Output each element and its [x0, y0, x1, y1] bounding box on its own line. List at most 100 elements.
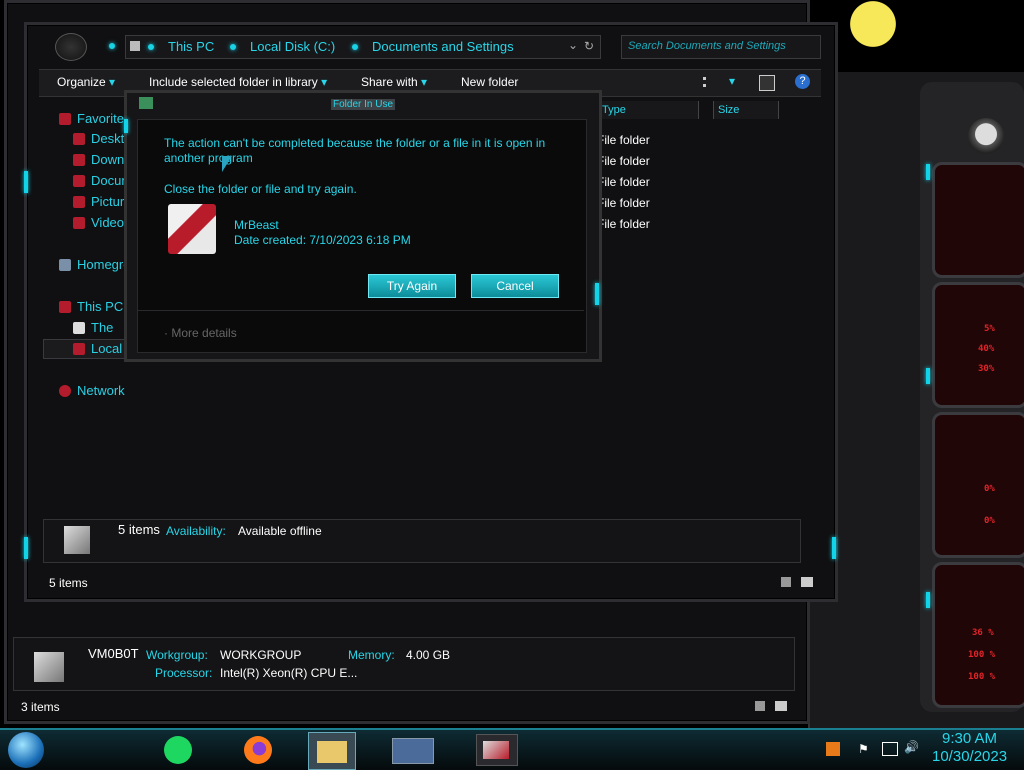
availability-label: Availability:: [166, 524, 226, 538]
file-row-type[interactable]: File folder: [597, 217, 650, 231]
start-button[interactable]: [8, 732, 44, 768]
crumb-led: [230, 44, 236, 50]
frame-accent: [24, 537, 28, 559]
nav-the-label: The: [91, 320, 114, 335]
address-led: [109, 43, 115, 49]
folder-in-use-dialog[interactable]: Folder In Use The action can't be comple…: [124, 90, 602, 362]
gadget-cyan-accent: [926, 164, 930, 180]
details-item-count: 5 items: [118, 522, 160, 537]
app-thumb-icon: [483, 741, 509, 759]
alien-logo-icon: [968, 118, 1004, 154]
nav-this-pc[interactable]: This PC: [59, 299, 123, 314]
details-view-icon[interactable]: [755, 701, 765, 711]
file-row-type[interactable]: File folder: [597, 196, 650, 210]
mouse-cursor-icon: [222, 156, 232, 172]
computer-status-text: 3 items: [21, 700, 60, 714]
nav-the[interactable]: The: [73, 320, 113, 335]
taskbar-spotify-icon[interactable]: [164, 736, 192, 764]
file-row-type[interactable]: File folder: [597, 154, 650, 168]
network-status-icon[interactable]: [882, 742, 898, 756]
breadcrumb-local-disk[interactable]: Local Disk (C:): [250, 39, 335, 54]
volume-icon[interactable]: 🔊: [904, 740, 919, 754]
view-dropdown-icon[interactable]: ▾: [729, 74, 735, 88]
gadget-panel-disk: [932, 412, 1024, 558]
nav-videos[interactable]: Videos: [73, 215, 131, 230]
try-again-button[interactable]: Try Again: [368, 274, 456, 298]
dropdown-arrow-icon: ▾: [321, 75, 328, 89]
tray-app-icon[interactable]: [826, 742, 840, 756]
pictures-icon: [73, 196, 85, 208]
dialog-divider: [138, 310, 584, 311]
preview-pane-icon[interactable]: [759, 75, 775, 91]
dropdown-arrow-icon: ▾: [421, 75, 428, 89]
gadget-cyan-accent: [926, 592, 930, 608]
gadget-percent-5: 0%: [984, 516, 995, 526]
more-details-toggle[interactable]: · More details: [164, 326, 237, 340]
column-header-size[interactable]: Size: [713, 101, 779, 119]
nav-network[interactable]: Network: [59, 383, 125, 398]
column-header-type[interactable]: Type: [597, 101, 699, 119]
workgroup-label: Workgroup:: [146, 648, 208, 662]
organize-label: Organize: [57, 75, 106, 89]
processor-value: Intel(R) Xeon(R) CPU E...: [220, 666, 358, 680]
clock-date[interactable]: 10/30/2023: [932, 748, 1007, 765]
back-button[interactable]: [55, 33, 87, 61]
chevron-down-icon[interactable]: ⌄: [568, 38, 578, 52]
tiles-view-icon[interactable]: [775, 701, 787, 711]
gadget-percent-6: 36 %: [972, 628, 994, 638]
file-row-type[interactable]: File folder: [597, 133, 650, 147]
view-options-icon[interactable]: [703, 77, 716, 87]
videos-icon: [73, 217, 85, 229]
nav-favorites[interactable]: Favorites: [59, 111, 130, 126]
system-monitor-gadget: 5% 40% 30% 0% 0% 36 % 100 % 100 %: [808, 72, 1024, 732]
action-center-flag-icon[interactable]: ⚑: [858, 742, 869, 756]
cancel-button[interactable]: Cancel: [471, 274, 559, 298]
help-icon[interactable]: ?: [795, 74, 810, 89]
tiles-view-icon[interactable]: [801, 577, 813, 587]
breadcrumb-docs-settings[interactable]: Documents and Settings: [372, 39, 514, 54]
gadget-percent-1: 5%: [984, 324, 995, 334]
computer-details-pane: VM0B0T Workgroup: WORKGROUP Memory: 4.00…: [13, 637, 795, 691]
gadget-percent-3: 30%: [978, 364, 995, 374]
desktop-icon: [73, 133, 85, 145]
nav-this-pc-label: This PC: [77, 299, 124, 314]
dropdown-arrow-icon: ▾: [109, 75, 116, 89]
file-row-type[interactable]: File folder: [597, 175, 650, 189]
taskbar-app-icon[interactable]: [476, 734, 518, 766]
drive-icon: [73, 322, 85, 334]
computer-icon: [34, 652, 64, 682]
gadget-percent-8: 100 %: [968, 672, 996, 682]
local-disk-icon: [73, 343, 85, 355]
computer-name: VM0B0T: [88, 646, 139, 661]
explorer-statusbar: 5 items: [39, 573, 821, 593]
folder-icon: [317, 741, 347, 763]
dialog-file-name: MrBeast: [234, 218, 279, 232]
nav-network-label: Network: [77, 383, 125, 398]
workgroup-value: WORKGROUP: [220, 648, 302, 662]
taskbar-explorer-icon[interactable]: [308, 732, 356, 770]
search-input[interactable]: Search Documents and Settings: [628, 40, 786, 52]
details-view-icon[interactable]: [781, 577, 791, 587]
dialog-body: The action can't be completed because th…: [137, 119, 587, 353]
taskbar-control-panel-icon[interactable]: [392, 738, 434, 764]
gadget-panel-cpu: [932, 162, 1024, 278]
computer-icon: [59, 301, 71, 313]
desktop-sticker-image: [838, 0, 908, 60]
computer-statusbar: 3 items: [13, 697, 793, 717]
taskbar-firefox-icon[interactable]: [244, 736, 272, 764]
explorer-status-text: 5 items: [49, 576, 88, 590]
share-label: Share with: [361, 75, 418, 89]
search-box[interactable]: Search Documents and Settings: [621, 35, 821, 59]
breadcrumb-this-pc[interactable]: This PC: [168, 39, 214, 54]
folder-file-icon: [168, 204, 216, 254]
organize-button[interactable]: Organize ▾: [57, 70, 115, 94]
gadget-percent-4: 0%: [984, 484, 995, 494]
memory-label: Memory:: [348, 648, 395, 662]
refresh-icon[interactable]: ↻: [584, 39, 594, 53]
crumb-led: [148, 44, 154, 50]
address-bar[interactable]: This PC Local Disk (C:) Documents and Se…: [125, 35, 601, 59]
gadget-percent-7: 100 %: [968, 650, 996, 660]
clock-time[interactable]: 9:30 AM: [942, 730, 997, 747]
gadget-cyan-accent: [926, 368, 930, 384]
memory-value: 4.00 GB: [406, 648, 451, 662]
